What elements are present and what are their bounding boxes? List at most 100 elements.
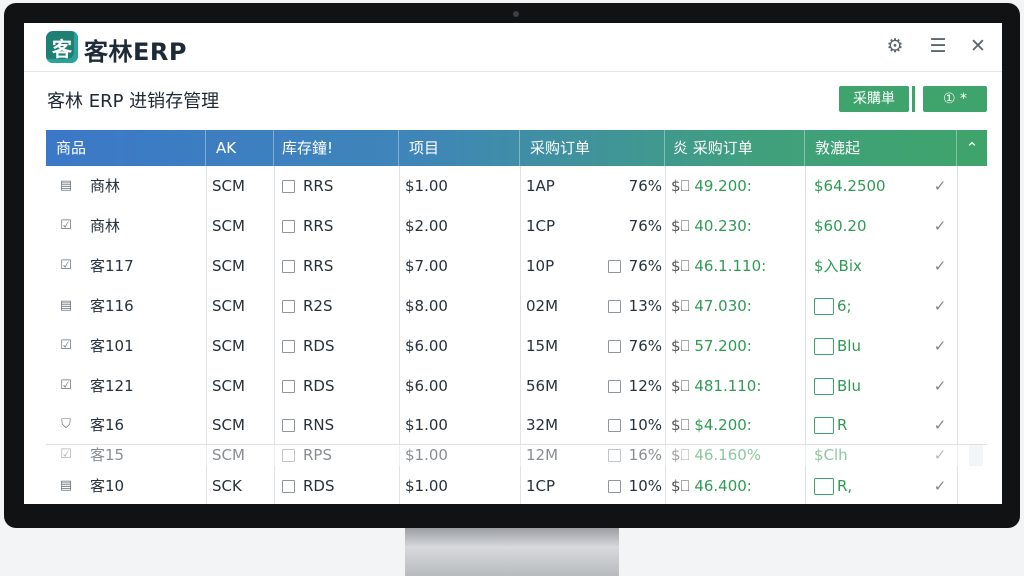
cell-product: 客117: [90, 257, 134, 275]
cell-total: 6;: [814, 286, 924, 326]
cell-code: SCM: [212, 257, 245, 275]
row-check-icon[interactable]: ✓: [930, 166, 950, 206]
stock-checkbox[interactable]: [282, 340, 295, 353]
total-value: Blu: [837, 337, 861, 355]
cell-stock: RRS: [282, 206, 394, 246]
stock-value: RDS: [303, 477, 335, 495]
total-value: $Clh: [814, 446, 848, 464]
total-checkbox[interactable]: [814, 298, 834, 315]
col-header-product[interactable]: 商品: [46, 130, 206, 166]
pct-checkbox[interactable]: [607, 380, 621, 393]
row-check-icon[interactable]: ✓: [930, 366, 950, 406]
col-divider: [665, 466, 666, 504]
row-check-icon[interactable]: ✓: [930, 246, 950, 286]
pct-checkbox[interactable]: [607, 260, 621, 273]
doc-icon[interactable]: ▤: [58, 298, 74, 314]
pct-checkbox[interactable]: [607, 340, 621, 353]
total-checkbox[interactable]: [814, 417, 834, 434]
stock-checkbox[interactable]: [282, 180, 295, 193]
cell-total: Blu: [814, 326, 924, 366]
total-checkbox[interactable]: [814, 378, 834, 395]
stock-value: RDS: [303, 337, 335, 355]
col-header-ak[interactable]: AK: [206, 130, 274, 166]
stock-checkbox[interactable]: [282, 480, 295, 493]
check-icon[interactable]: ☑: [58, 338, 74, 354]
table-row[interactable]: ▤ 商林 SCM RRS $1.00 1AP 76% $⎕ 49.200: $64.2500 ✓: [46, 166, 987, 207]
cell-amount: $⎕ 46.400:: [671, 466, 801, 504]
info-button[interactable]: ① *: [923, 86, 987, 112]
stock-checkbox[interactable]: [282, 380, 295, 393]
col-divider: [206, 206, 207, 246]
table-row[interactable]: ☑ 客117 SCM RRS $7.00 10P 76% $⎕ 46.1.110: $入Bix ✓: [46, 246, 987, 287]
table-row[interactable]: ☑ 客121 SCM RDS $6.00 56M 12% $⎕ 481.110: Blu ✓: [46, 366, 987, 407]
amount-value: 49.200:: [694, 177, 752, 195]
table-row[interactable]: ☑ 客15 SCM RPS $1.00 12M 16% $⎕ 46.160% $Clh ✓: [46, 444, 987, 467]
col-header-stock[interactable]: 库存鐘!: [274, 130, 399, 166]
pct-checkbox[interactable]: [607, 480, 621, 493]
app-window: 客 客林ERP ⚙ ☰ ✕ 客林 ERP 进销存管理 采購単 ① * 商品 AK…: [24, 23, 1002, 504]
total-checkbox[interactable]: [814, 478, 834, 495]
col-divider: [957, 206, 958, 246]
doc-icon[interactable]: ▤: [58, 178, 74, 194]
row-check-icon[interactable]: ✓: [930, 406, 950, 446]
table-row[interactable]: ⛉ 客16 SCM RNS $1.00 32M 10% $⎕ $4.200: R ✓: [46, 406, 987, 445]
stock-checkbox[interactable]: [282, 300, 295, 313]
cell-product: 客121: [90, 377, 134, 395]
col-divider: [274, 326, 275, 366]
table-row[interactable]: ▤ 客116 SCM R2S $8.00 02M 13% $⎕ 47.030: 6; ✓: [46, 286, 987, 327]
stock-value: RRS: [303, 217, 334, 235]
total-value: $60.20: [814, 217, 867, 235]
col-divider: [274, 444, 275, 466]
row-check-icon[interactable]: ✓: [930, 326, 950, 366]
col-divider: [399, 444, 400, 466]
percent-value: 10%: [628, 416, 662, 434]
total-checkbox[interactable]: [814, 338, 834, 355]
col-divider: [206, 366, 207, 406]
table-row[interactable]: ☑ 商林 SCM RRS $2.00 1CP 76% $⎕ 40.230: $60.20 ✓: [46, 206, 987, 247]
col-header-purchase-order[interactable]: 采购订单: [520, 130, 665, 166]
pct-checkbox[interactable]: [607, 419, 621, 432]
percent-value: 10%: [628, 477, 662, 495]
cell-order: 1AP: [526, 177, 555, 195]
col-header-purchase-order-2[interactable]: 炎 采购订单: [665, 130, 805, 166]
cell-total: $60.20: [814, 206, 924, 246]
stock-checkbox[interactable]: [282, 419, 295, 432]
col-header-item[interactable]: 项目: [399, 130, 520, 166]
col-divider: [399, 406, 400, 444]
cell-product: 客101: [90, 337, 134, 355]
col-divider: [520, 246, 521, 286]
doc-icon[interactable]: ▤: [58, 478, 74, 494]
menu-icon[interactable]: ☰: [927, 35, 949, 57]
col-header-total[interactable]: 敦漉起: [805, 130, 957, 166]
table-row[interactable]: ☑ 客101 SCM RDS $6.00 15M 76% $⎕ 57.200: Blu ✓: [46, 326, 987, 367]
sort-toggle-icon[interactable]: ⌃: [957, 130, 987, 166]
check-icon[interactable]: ☑: [58, 218, 74, 234]
col-divider: [957, 246, 958, 286]
row-check-icon[interactable]: ✓: [930, 206, 950, 246]
purchase-order-button[interactable]: 采購単: [839, 86, 909, 112]
pct-checkbox[interactable]: [607, 300, 621, 313]
col-divider: [665, 246, 666, 286]
cell-order: 56M: [526, 377, 559, 395]
check-icon[interactable]: ☑: [58, 378, 74, 394]
total-value: $入Bix: [814, 257, 862, 275]
col-divider: [665, 406, 666, 444]
col-divider: [805, 286, 806, 326]
stock-checkbox[interactable]: [282, 220, 295, 233]
app-name: 客林ERP: [84, 38, 187, 66]
check-icon[interactable]: ☑: [58, 447, 74, 463]
gear-icon[interactable]: ⚙: [884, 35, 906, 57]
row-check-icon[interactable]: ✓: [930, 466, 950, 504]
row-check-icon[interactable]: ✓: [930, 286, 950, 326]
close-icon[interactable]: ✕: [967, 35, 989, 57]
table-row[interactable]: ▤ 客10 SCK RDS $1.00 1CP 10% $⎕ 46.400: R, ✓: [46, 466, 987, 504]
stock-checkbox[interactable]: [282, 449, 295, 462]
pct-checkbox[interactable]: [607, 449, 621, 462]
shield-icon[interactable]: ⛉: [58, 417, 74, 433]
check-icon[interactable]: ☑: [58, 258, 74, 274]
currency-icon: $⎕: [671, 377, 695, 395]
cell-product: 客116: [90, 297, 134, 315]
stock-checkbox[interactable]: [282, 260, 295, 273]
col-divider: [206, 286, 207, 326]
col-divider: [520, 466, 521, 504]
